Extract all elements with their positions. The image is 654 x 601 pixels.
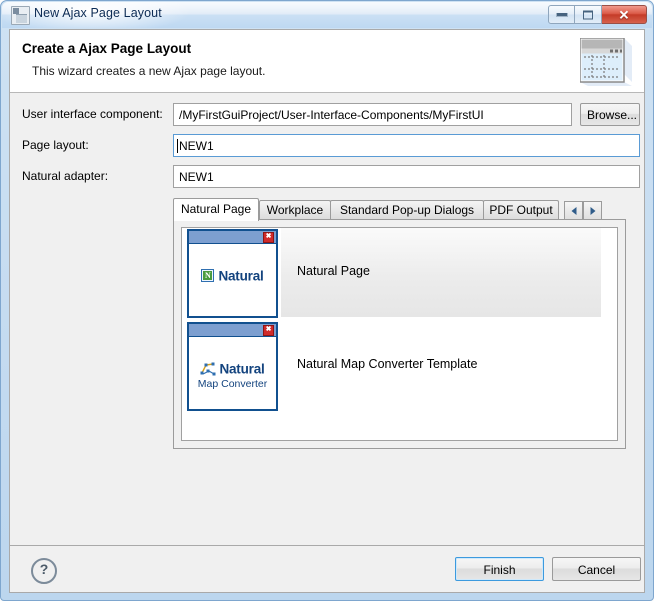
close-button[interactable]: ✕ <box>602 5 647 24</box>
tab-scroll-left-button[interactable] <box>564 201 583 221</box>
page-layout-label: Page layout: <box>22 138 89 152</box>
list-item[interactable]: ✖ N Natural Natural Page <box>182 228 617 321</box>
template-thumbnail: ✖ Natural Map Converter <box>187 322 278 411</box>
tab-panel-natural-page: ✖ N Natural Natural Page ✖ Natural Map C… <box>173 219 626 449</box>
natural-logo-icon: N Natural <box>189 267 276 285</box>
list-item-label: Natural Map Converter Template <box>297 357 478 371</box>
close-icon: ✕ <box>618 7 630 22</box>
tab-standard-popup-dialogs[interactable]: Standard Pop-up Dialogs <box>330 200 484 221</box>
maximize-button[interactable] <box>575 5 602 24</box>
page-subtitle: This wizard creates a new Ajax page layo… <box>32 64 266 78</box>
page-layout-banner-icon <box>579 37 632 86</box>
tab-workplace[interactable]: Workplace <box>259 200 331 221</box>
field-row-user-interface-component: User interface component: Browse... <box>10 103 644 126</box>
dialog-footer: ? Finish Cancel <box>10 545 644 592</box>
page-layout-input[interactable] <box>173 134 640 157</box>
maximize-icon <box>583 10 593 19</box>
natural-map-converter-icon: Natural <box>189 360 276 378</box>
template-thumbnail: ✖ N Natural <box>187 229 278 318</box>
user-interface-component-label: User interface component: <box>22 107 163 121</box>
minimize-button[interactable] <box>548 5 575 24</box>
close-icon: ✖ <box>263 232 274 243</box>
thumbnail-titlebar: ✖ <box>189 231 276 244</box>
natural-adapter-label: Natural adapter: <box>22 169 109 183</box>
list-item[interactable]: ✖ Natural Map Converter Natural Map Conv… <box>182 321 617 414</box>
close-icon: ✖ <box>263 325 274 336</box>
minimize-icon <box>555 12 568 17</box>
page-title: Create a Ajax Page Layout <box>22 41 192 56</box>
map-converter-glyph-icon <box>200 362 216 376</box>
wizard-body: User interface component: Browse... Page… <box>10 93 644 546</box>
wizard-header: Create a Ajax Page Layout This wizard cr… <box>10 30 644 93</box>
thumbnail-title: Natural <box>219 361 265 377</box>
chevron-left-icon <box>571 207 576 215</box>
template-list[interactable]: ✖ N Natural Natural Page ✖ Natural Map C… <box>181 227 618 441</box>
field-row-natural-adapter: Natural adapter: <box>10 165 644 188</box>
tab-natural-page[interactable]: Natural Page <box>173 198 259 221</box>
field-row-page-layout: Page layout: <box>10 134 644 157</box>
window-icon <box>11 6 30 25</box>
thumbnail-title: Natural <box>218 268 264 284</box>
finish-button[interactable]: Finish <box>455 557 544 581</box>
tab-scroll-right-button[interactable] <box>583 201 602 221</box>
text-caret <box>177 139 178 153</box>
window-buttons: ✕ <box>548 5 647 24</box>
natural-adapter-input[interactable] <box>173 165 640 188</box>
cancel-button[interactable]: Cancel <box>552 557 641 581</box>
browse-button[interactable]: Browse... <box>580 103 640 126</box>
thumbnail-subtitle: Map Converter <box>197 378 268 390</box>
chevron-right-icon <box>590 207 595 215</box>
window-title: New Ajax Page Layout <box>34 6 162 20</box>
list-item-label: Natural Page <box>297 264 370 278</box>
user-interface-component-input[interactable] <box>173 103 572 126</box>
dialog-window: New Ajax Page Layout ✕ Create a Ajax Pag… <box>0 0 654 601</box>
help-button[interactable]: ? <box>31 558 57 584</box>
title-bar: New Ajax Page Layout ✕ <box>2 2 652 28</box>
thumbnail-titlebar: ✖ <box>189 324 276 337</box>
dialog-client-area: Create a Ajax Page Layout This wizard cr… <box>9 29 645 593</box>
tab-pdf-output[interactable]: PDF Output <box>483 200 559 221</box>
natural-badge-icon: N <box>201 269 215 283</box>
tab-bar: Natural Page Workplace Standard Pop-up D… <box>173 198 644 221</box>
